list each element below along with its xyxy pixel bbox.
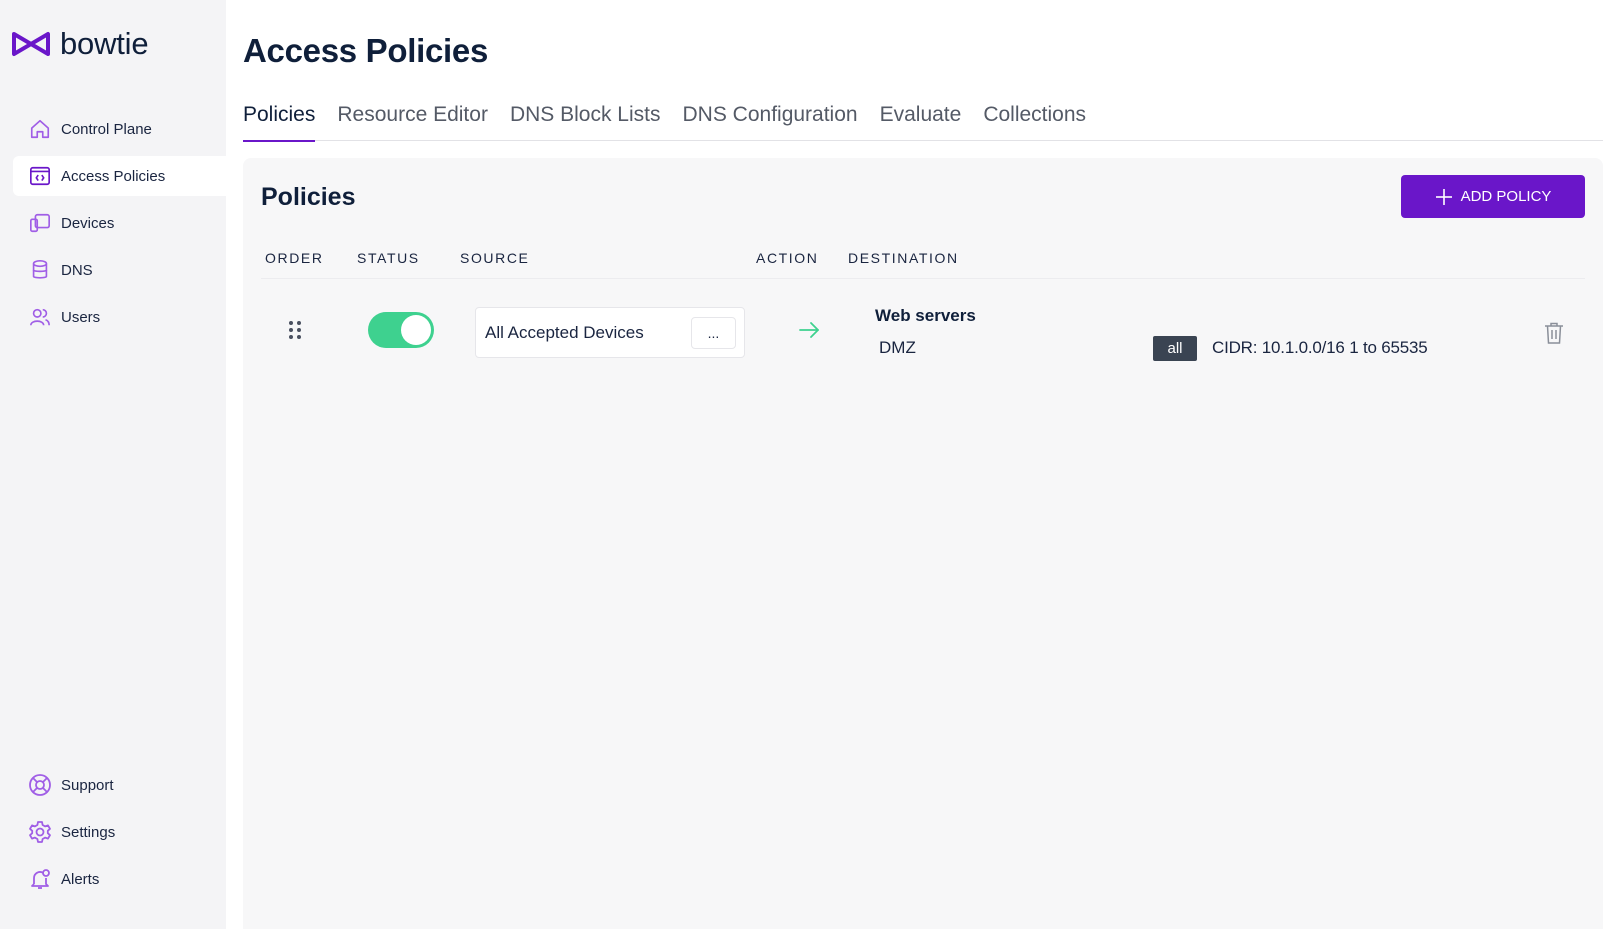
- column-header-source: SOURCE: [460, 250, 530, 266]
- tab-bar: Policies Resource Editor DNS Block Lists…: [243, 103, 1603, 142]
- drag-handle-icon[interactable]: [288, 320, 302, 345]
- sidebar-item-access-policies[interactable]: Access Policies: [13, 156, 226, 196]
- sidebar-item-label: DNS: [61, 261, 93, 279]
- brand-logo[interactable]: bowtie: [11, 26, 149, 62]
- source-more-button[interactable]: ...: [691, 317, 736, 349]
- sidebar-item-label: Control Plane: [61, 120, 152, 138]
- status-toggle[interactable]: [368, 312, 434, 348]
- brand-name: bowtie: [60, 26, 149, 61]
- tab-evaluate[interactable]: Evaluate: [880, 103, 962, 141]
- bell-icon: [28, 867, 52, 891]
- header-divider: [261, 278, 1585, 279]
- sidebar-item-label: Devices: [61, 214, 115, 232]
- policies-panel: Policies ADD POLICY ORDER STATUS SOURCE …: [243, 158, 1603, 929]
- add-policy-label: ADD POLICY: [1460, 188, 1552, 205]
- tab-policies[interactable]: Policies: [243, 103, 316, 142]
- column-header-order: ORDER: [265, 250, 324, 266]
- tab-resource-editor[interactable]: Resource Editor: [337, 103, 488, 141]
- destination-name[interactable]: Web servers: [875, 306, 976, 326]
- sidebar-item-control-plane[interactable]: Control Plane: [13, 109, 226, 149]
- cidr-range: CIDR: 10.1.0.0/16 1 to 65535: [1212, 338, 1428, 357]
- devices-icon: [28, 211, 52, 235]
- column-header-destination: DESTINATION: [848, 250, 959, 266]
- sidebar-item-label: Alerts: [61, 870, 100, 888]
- lifebuoy-icon: [28, 773, 52, 797]
- panel-title: Policies: [261, 183, 356, 211]
- plus-icon: [1435, 188, 1453, 206]
- tab-dns-block-lists[interactable]: DNS Block Lists: [510, 103, 661, 141]
- sidebar-item-settings[interactable]: Settings: [13, 812, 226, 852]
- sidebar-item-label: Settings: [61, 823, 116, 841]
- sidebar-item-label: Support: [61, 776, 114, 794]
- sidebar-item-support[interactable]: Support: [13, 765, 226, 805]
- code-window-icon: [28, 164, 52, 188]
- sidebar-item-label: Users: [61, 308, 101, 326]
- sidebar: bowtie Control Plane Access Policies Dev…: [0, 0, 226, 929]
- destination-collection: DMZ: [879, 338, 916, 357]
- users-icon: [28, 305, 52, 329]
- sidebar-item-users[interactable]: Users: [13, 297, 226, 337]
- sidebar-item-devices[interactable]: Devices: [13, 203, 226, 243]
- column-header-status: STATUS: [357, 250, 420, 266]
- source-value: All Accepted Devices: [485, 322, 644, 342]
- tab-dns-configuration[interactable]: DNS Configuration: [683, 103, 858, 141]
- source-field[interactable]: All Accepted Devices ...: [475, 307, 745, 358]
- column-header-action: ACTION: [756, 250, 819, 266]
- trash-icon[interactable]: [1544, 322, 1564, 349]
- sidebar-item-alerts[interactable]: Alerts: [13, 859, 226, 899]
- tab-collections[interactable]: Collections: [983, 103, 1086, 141]
- sidebar-item-dns[interactable]: DNS: [13, 250, 226, 290]
- gear-icon: [28, 820, 52, 844]
- protocol-badge: all: [1153, 336, 1197, 361]
- bowtie-logo-icon: [12, 32, 50, 56]
- home-icon: [28, 117, 52, 141]
- arrow-right-icon: [798, 321, 820, 344]
- sidebar-item-label: Access Policies: [61, 167, 166, 185]
- database-icon: [28, 258, 52, 282]
- add-policy-button[interactable]: ADD POLICY: [1401, 175, 1585, 218]
- toggle-knob: [401, 315, 431, 345]
- page-title: Access Policies: [243, 32, 488, 69]
